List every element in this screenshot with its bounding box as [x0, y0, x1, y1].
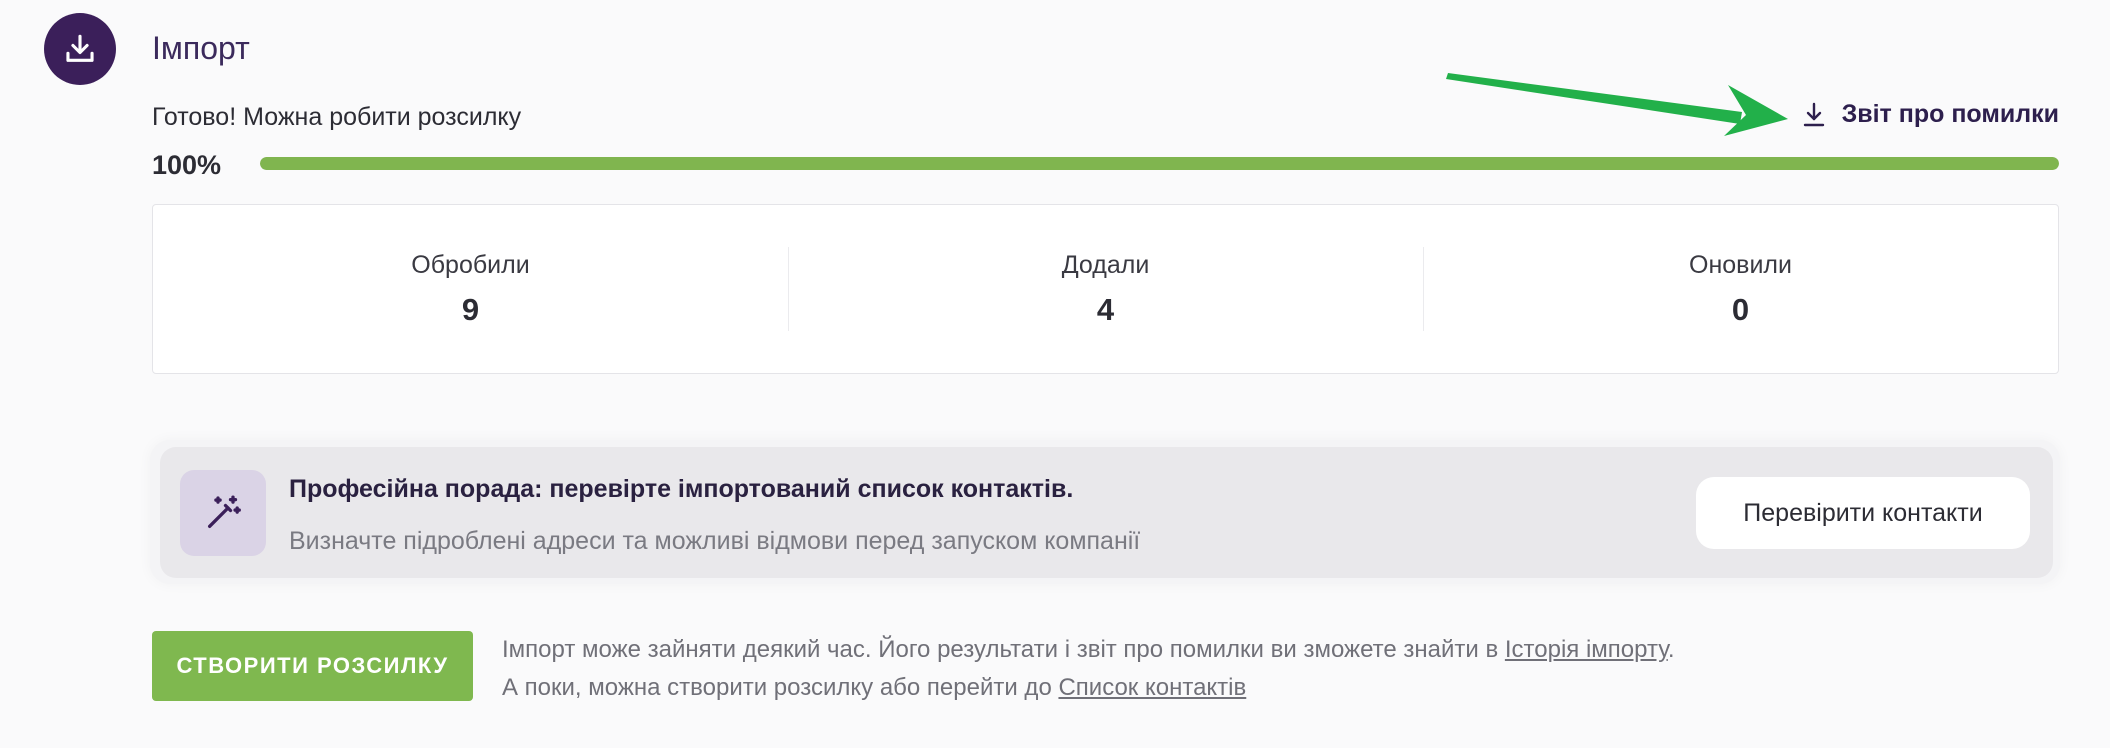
create-campaign-button[interactable]: СТВОРИТИ РОЗСИЛКУ — [152, 631, 473, 701]
download-icon — [66, 34, 94, 62]
check-contacts-button[interactable]: Перевірити контакти — [1696, 477, 2030, 549]
note-text: Імпорт може зайняти деякий час. Його рез… — [502, 636, 1505, 663]
note-line-1: Імпорт може зайняти деякий час. Його рез… — [502, 631, 1674, 669]
stat-added: Додали 4 — [788, 205, 1423, 373]
note-text: А поки, можна створити розсилку або пере… — [502, 674, 1059, 701]
status-message: Готово! Можна робити розсилку — [152, 103, 522, 131]
import-note: Імпорт може зайняти деякий час. Його рез… — [502, 631, 1674, 707]
magic-wand-icon — [208, 495, 241, 528]
progress-fill — [260, 157, 2059, 170]
stat-label: Додали — [1061, 250, 1150, 279]
import-stats: Обробили 9 Додали 4 Оновили 0 — [152, 204, 2059, 374]
stat-processed: Обробили 9 — [153, 205, 788, 373]
page-title: Імпорт — [152, 30, 250, 66]
tip-title: Професійна порада: перевірте імпортовани… — [289, 475, 1074, 503]
tip-description: Визначте підроблені адреси та можливі ві… — [289, 527, 1141, 555]
note-line-2: А поки, можна створити розсилку або пере… — [502, 669, 1674, 707]
progress-bar — [260, 157, 2059, 170]
progress-percent: 100% — [152, 150, 222, 180]
stat-updated: Оновили 0 — [1423, 205, 2058, 373]
import-history-link[interactable]: Історія імпорту — [1505, 636, 1668, 663]
stat-label: Оновили — [1689, 250, 1792, 279]
contact-list-link[interactable]: Список контактів — [1058, 674, 1246, 701]
stat-value: 0 — [1731, 291, 1750, 327]
stat-value: 9 — [461, 291, 480, 327]
error-report-link[interactable]: Звіт про помилки — [1802, 100, 2059, 129]
import-icon-badge — [44, 13, 116, 85]
tip-icon-badge — [180, 470, 266, 556]
stat-value: 4 — [1096, 291, 1115, 327]
download-icon — [1803, 102, 1824, 126]
error-report-label: Звіт про помилки — [1841, 100, 2059, 128]
stat-label: Обробили — [411, 250, 530, 279]
note-text: . — [1667, 636, 1675, 663]
